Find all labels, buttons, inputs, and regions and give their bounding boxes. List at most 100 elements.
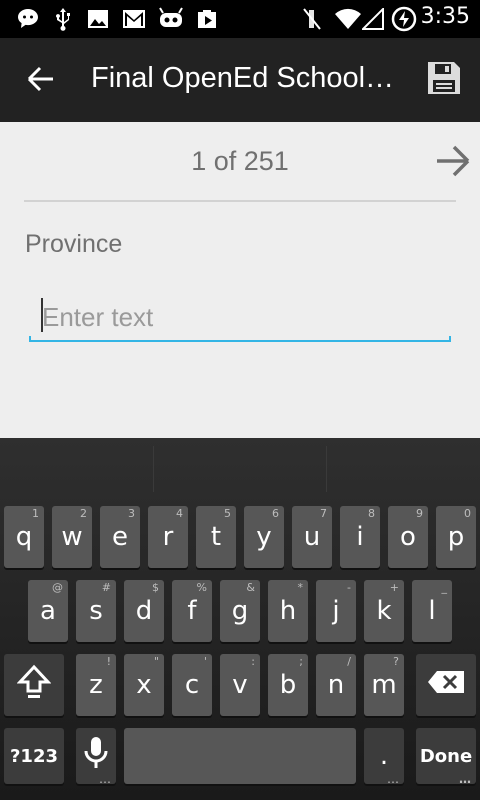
key-label: e	[112, 522, 128, 552]
keyboard: q1 w2 e3 r4 t5 y6 u7 i8 o9 p0 a @ s # d $ f…	[0, 438, 480, 800]
key-hint: 8	[368, 507, 375, 520]
floppy-disk-icon	[426, 60, 462, 100]
key-hint: ?	[393, 655, 399, 668]
key-z[interactable]: z!	[76, 654, 116, 716]
signal-icon	[362, 7, 384, 31]
key-hint: /	[347, 655, 351, 668]
arrow-right-icon	[435, 145, 471, 181]
suggestion-strip[interactable]	[0, 438, 480, 496]
key-g[interactable]: g &	[220, 580, 260, 642]
key-hint: 0	[464, 507, 471, 520]
key-label: .	[379, 741, 389, 771]
key-l[interactable]: l _	[412, 580, 452, 642]
key-e[interactable]: e3	[100, 506, 140, 568]
key-hint: 7	[320, 507, 327, 520]
shift-key[interactable]	[4, 654, 64, 716]
key-hint: $	[152, 581, 159, 594]
key-u[interactable]: u7	[292, 506, 332, 568]
form-content: 1 of 251 Province	[0, 122, 480, 438]
key-x[interactable]: x "	[124, 654, 164, 716]
key-hint: 3	[128, 507, 135, 520]
key-label: q	[15, 522, 33, 552]
android-icon	[158, 7, 184, 31]
key-label: y	[256, 522, 272, 552]
key-q[interactable]: q1	[4, 506, 44, 568]
key-hint: 2	[80, 507, 87, 520]
key-v[interactable]: v:	[220, 654, 260, 716]
status-bar: 3:35	[0, 0, 480, 38]
key-label: o	[400, 522, 416, 552]
key-r[interactable]: r4	[148, 506, 188, 568]
battery-charging-icon	[391, 6, 417, 32]
key-m[interactable]: m?	[364, 654, 404, 716]
key-label: x	[136, 670, 152, 700]
back-button[interactable]	[18, 58, 64, 104]
key-b[interactable]: b;	[268, 654, 308, 716]
key-hint: :	[251, 655, 255, 668]
done-key[interactable]: Done …	[416, 728, 476, 786]
action-bar: Final OpenEd School…	[0, 38, 480, 122]
wifi-icon	[334, 7, 362, 31]
key-hint: +	[389, 581, 399, 594]
key-label: i	[356, 522, 364, 552]
page-title: Final OpenEd School…	[91, 62, 391, 94]
period-key[interactable]: .…	[364, 728, 404, 786]
key-n[interactable]: n /	[316, 654, 356, 716]
microphone-icon	[84, 736, 108, 777]
backspace-icon	[427, 670, 465, 701]
status-time: 3:35	[420, 4, 470, 29]
key-label: r	[162, 522, 174, 552]
key-y[interactable]: y6	[244, 506, 284, 568]
key-label: s	[89, 596, 103, 626]
key-t[interactable]: t5	[196, 506, 236, 568]
shift-icon	[16, 664, 52, 707]
key-hint: 4	[176, 507, 183, 520]
mic-key[interactable]: …	[76, 728, 116, 786]
key-i[interactable]: i8	[340, 506, 380, 568]
key-c[interactable]: c '	[172, 654, 212, 716]
key-hint: !	[106, 655, 111, 668]
province-input[interactable]	[29, 294, 451, 340]
image-icon	[87, 7, 109, 31]
key-k[interactable]: k +	[364, 580, 404, 642]
key-label: u	[303, 522, 321, 552]
key-hint: 5	[224, 507, 231, 520]
key-s[interactable]: s #	[76, 580, 116, 642]
key-label: f	[187, 596, 197, 626]
ellipsis-hint-icon: …	[459, 772, 471, 786]
key-o[interactable]: o9	[388, 506, 428, 568]
ellipsis-hint-icon: …	[387, 772, 399, 786]
key-label: j	[332, 596, 340, 626]
key-label: Done	[419, 745, 473, 767]
key-hint: "	[153, 655, 159, 668]
key-p[interactable]: p0	[436, 506, 476, 568]
key-a[interactable]: a @	[28, 580, 68, 642]
key-f[interactable]: f%	[172, 580, 212, 642]
key-hint: _	[441, 581, 448, 594]
field-label-province: Province	[25, 230, 123, 258]
key-label: c	[184, 670, 200, 700]
key-label: ?123	[9, 745, 58, 767]
mute-icon	[300, 7, 324, 31]
play-store-icon	[195, 7, 219, 31]
key-label: v	[232, 670, 248, 700]
key-w[interactable]: w2	[52, 506, 92, 568]
key-d[interactable]: d $	[124, 580, 164, 642]
key-h[interactable]: h *	[268, 580, 308, 642]
key-hint: 1	[32, 507, 39, 520]
save-button[interactable]	[420, 56, 468, 104]
key-label: t	[210, 522, 222, 552]
key-label: h	[279, 596, 297, 626]
key-label: g	[231, 596, 249, 626]
key-label: k	[376, 596, 392, 626]
key-hint: -	[347, 581, 351, 594]
next-button[interactable]	[430, 140, 476, 186]
space-key[interactable]	[124, 728, 356, 784]
key-j[interactable]: j-	[316, 580, 356, 642]
text-cursor	[41, 298, 43, 332]
symbols-key[interactable]: ?123	[4, 728, 64, 784]
usb-icon	[52, 7, 74, 31]
backspace-key[interactable]	[416, 654, 476, 716]
suggestion-divider	[326, 446, 327, 492]
key-label: w	[61, 522, 83, 552]
